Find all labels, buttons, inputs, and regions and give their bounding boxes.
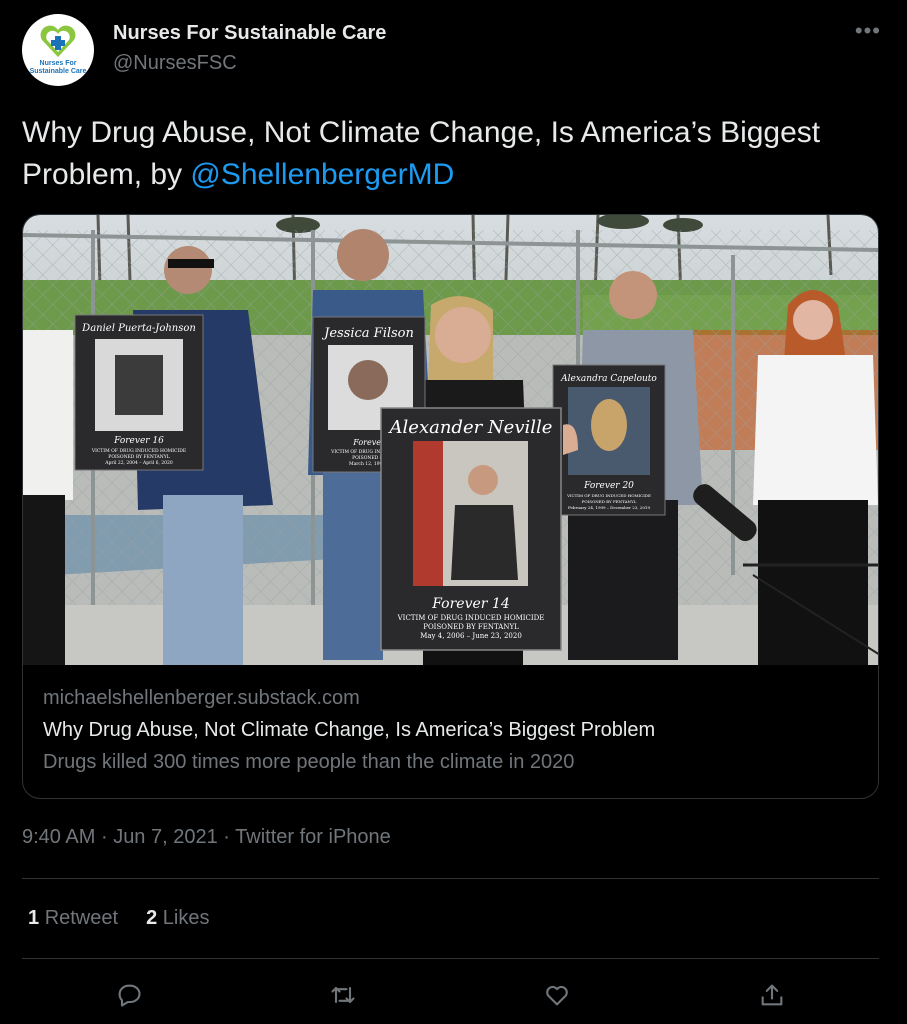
likes-count: 2 [146, 907, 158, 929]
more-options-icon[interactable]: ••• [855, 18, 881, 44]
tweet-time[interactable]: 9:40 AM [22, 826, 95, 848]
sign-daniel-name: Daniel Puerta-Johnson [81, 323, 196, 334]
share-button[interactable] [752, 975, 792, 1015]
retweets-stat[interactable]: 1 Retweet [28, 907, 118, 930]
separator: · [100, 826, 108, 848]
card-description: Drugs killed 300 times more people than … [43, 751, 575, 773]
like-icon [546, 985, 568, 1006]
sign-daniel: Daniel Puerta-Johnson Forever 16 VICTIM … [74, 314, 204, 471]
share-icon [761, 984, 783, 1006]
tweet-source[interactable]: Twitter for iPhone [235, 826, 391, 848]
sign-alexandra-line1: VICTIM OF DRUG INDUCED HOMICIDE [566, 493, 651, 498]
retweet-button[interactable] [323, 975, 363, 1015]
card-meta: michaelshellenberger.substack.com Why Dr… [23, 665, 878, 798]
retweets-count: 1 [28, 907, 40, 929]
avatar[interactable]: Nurses For Sustainable Care [22, 14, 94, 86]
sign-alexandra-line2: POISONED BY FENTANYL [582, 499, 637, 504]
separator: · [223, 826, 230, 848]
sign-alexander-forever: Forever 14 [431, 596, 510, 612]
sign-alexander-name: Alexander Neville [388, 417, 553, 438]
divider [22, 878, 879, 879]
link-card[interactable]: Daniel Puerta-Johnson Forever 16 VICTIM … [22, 214, 879, 799]
tweet-header: Nurses For Sustainable Care Nurses For S… [22, 12, 885, 88]
sign-alexandra-forever: Forever 20 [583, 481, 634, 491]
sign-daniel-dates: April 22, 2004 – April 6, 2020 [104, 460, 173, 466]
card-domain: michaelshellenberger.substack.com [43, 687, 360, 709]
reply-icon [118, 984, 141, 1007]
sign-daniel-forever: Forever 16 [113, 436, 164, 446]
divider [22, 958, 879, 959]
sign-alexandra-dates: February 24, 1999 – December 23, 2019 [568, 505, 651, 510]
heart-cross-logo-icon [40, 25, 76, 57]
card-image: Daniel Puerta-Johnson Forever 16 VICTIM … [23, 215, 878, 665]
likes-stat[interactable]: 2 Likes [146, 907, 209, 930]
sign-alexander-line2: POISONED BY FENTANYL [423, 623, 519, 631]
author-handle[interactable]: @NursesFSC [113, 52, 237, 75]
action-bar [22, 975, 879, 1015]
like-button[interactable] [537, 975, 577, 1015]
sign-daniel-line2: POISONED BY FENTANYL [108, 454, 169, 460]
sign-daniel-line1: VICTIM OF DRUG INDUCED HOMICIDE [91, 448, 186, 454]
tweet-timestamp: 9:40 AM · Jun 7, 2021 · Twitter for iPho… [22, 826, 391, 849]
card-title: Why Drug Abuse, Not Climate Change, Is A… [43, 719, 656, 741]
tweet-text: Why Drug Abuse, Not Climate Change, Is A… [22, 112, 882, 196]
sign-jessica-name: Jessica Filson [321, 326, 414, 341]
mention-link[interactable]: @ShellenbergerMD [190, 158, 454, 191]
tweet-stats: 1 Retweet 2 Likes [28, 907, 209, 930]
author-name[interactable]: Nurses For Sustainable Care [113, 22, 386, 45]
sign-alexander: Alexander Neville Forever 14 VICTIM OF D… [380, 407, 562, 651]
sign-alexandra-name: Alexandra Capelouto [560, 374, 657, 384]
tweet-date[interactable]: Jun 7, 2021 [113, 826, 218, 848]
retweets-label: Retweet [44, 907, 119, 929]
sign-alexander-line1: VICTIM OF DRUG INDUCED HOMICIDE [397, 614, 545, 622]
likes-label: Likes [162, 907, 210, 929]
sign-alexander-dates: May 4, 2006 – June 23, 2020 [420, 632, 522, 640]
reply-button[interactable] [109, 975, 149, 1015]
avatar-text: Nurses For Sustainable Care [29, 59, 87, 75]
retweet-icon [331, 986, 355, 1004]
